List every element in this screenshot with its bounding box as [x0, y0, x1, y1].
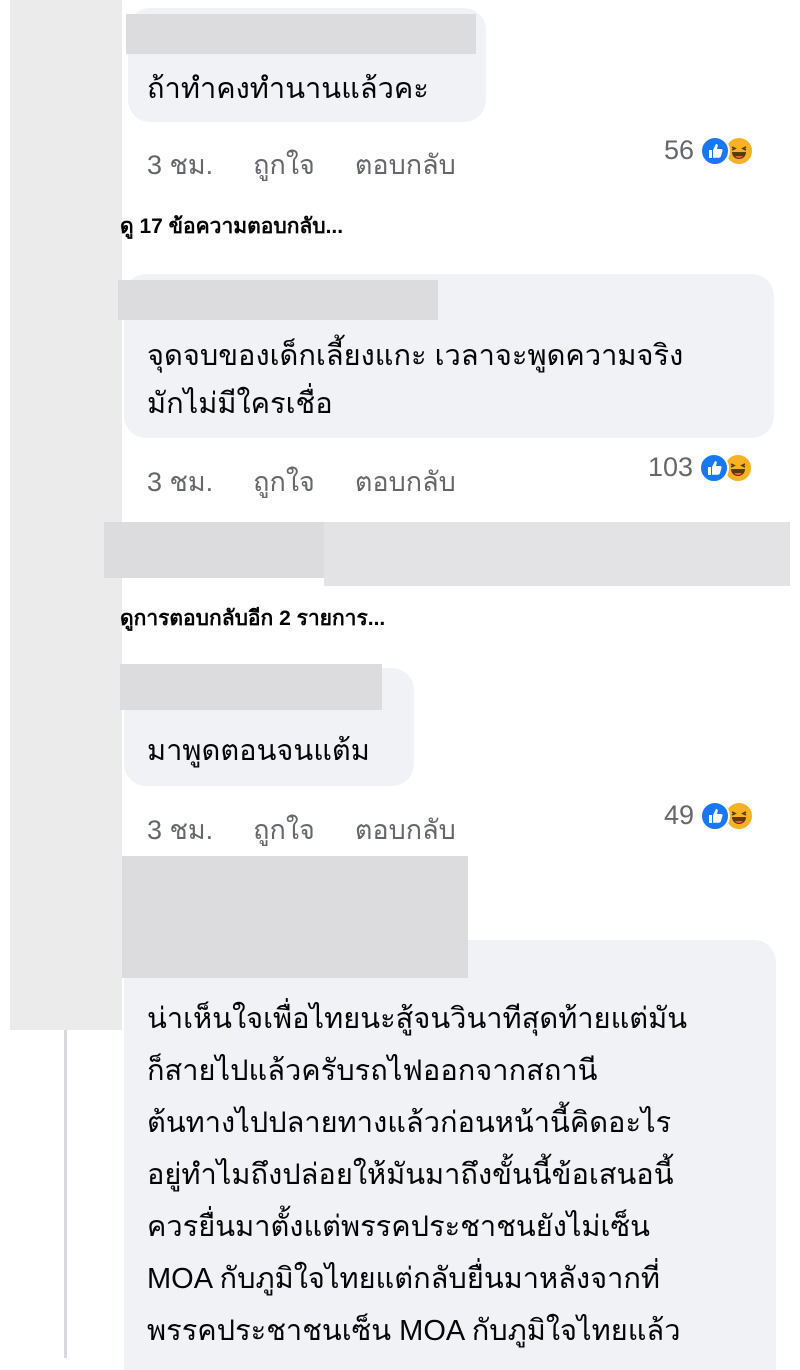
redacted-block: [324, 522, 790, 586]
comment-timestamp[interactable]: 3 ชม.: [147, 460, 213, 503]
comment-actions: 3 ชม. ถูกใจ ตอบกลับ: [147, 808, 456, 851]
thread-connector-line: [64, 1030, 67, 1358]
view-replies-link[interactable]: ดูการตอบกลับอีก 2 รายการ...: [120, 602, 385, 635]
reaction-count: 56: [664, 135, 695, 165]
comment-actions: 3 ชม. ถูกใจ ตอบกลับ: [147, 460, 456, 503]
reaction-summary[interactable]: 49: [664, 800, 755, 831]
comment-text: ควรยื่นมาตั้งแต่พรรคประชาชนยังไม่เซ็น: [147, 1211, 650, 1243]
reply-link[interactable]: ตอบกลับ: [355, 808, 456, 851]
reaction-count: 49: [664, 800, 695, 830]
redacted-author-name: [120, 664, 382, 710]
redacted-block: [104, 522, 324, 578]
like-icon: [700, 135, 731, 166]
thread-sidebar: [10, 0, 122, 1030]
comment-text: มาพูดตอนจนแต้ม: [147, 735, 370, 767]
like-link[interactable]: ถูกใจ: [253, 808, 315, 851]
comment-text: พรรคประชาชนเซ็น MOA กับภูมิใจไทยแล้ว: [147, 1315, 681, 1347]
comment-text: ก็สายไปแล้วครับรถไฟออกจากสถานี: [147, 1055, 598, 1087]
comment-text: จุดจบของเด็กเลี้ยงแกะ เวลาจะพูดความจริง: [147, 340, 684, 372]
comment-text: MOA กับภูมิใจไทยแต่กลับยื่นมาหลังจากที่: [147, 1263, 661, 1295]
reaction-summary[interactable]: 56: [664, 135, 755, 166]
comment-text: น่าเห็นใจเพื่อไทยนะสู้จนวินาทีสุดท้ายแต่…: [147, 1003, 688, 1035]
reaction-count: 103: [648, 452, 694, 482]
comment-text: อยู่ทำไมถึงปล่อยให้มันมาถึงขั้นนี้ข้อเสน…: [147, 1159, 674, 1191]
comment-timestamp[interactable]: 3 ชม.: [147, 808, 213, 851]
comment-timestamp[interactable]: 3 ชม.: [147, 143, 213, 186]
like-icon: [699, 452, 730, 483]
comment-text: มักไม่มีใครเชื่อ: [147, 388, 333, 420]
reply-link[interactable]: ตอบกลับ: [355, 143, 456, 186]
redacted-author-name: [118, 280, 438, 320]
view-replies-link[interactable]: ดู 17 ข้อความตอบกลับ...: [120, 210, 343, 243]
like-link[interactable]: ถูกใจ: [253, 143, 315, 186]
comment-actions: 3 ชม. ถูกใจ ตอบกลับ: [147, 143, 456, 186]
like-icon: [700, 800, 731, 831]
reply-link[interactable]: ตอบกลับ: [355, 460, 456, 503]
redacted-author-name: [126, 14, 476, 54]
comment-text: ต้นทางไปปลายทางแล้วก่อนหน้านี้คิดอะไร: [147, 1107, 672, 1139]
reaction-summary[interactable]: 103: [648, 452, 754, 483]
like-link[interactable]: ถูกใจ: [253, 460, 315, 503]
comment-text: ถ้าทำคงทำนานแล้วคะ: [147, 73, 429, 105]
redacted-avatar-and-name: [122, 856, 468, 978]
